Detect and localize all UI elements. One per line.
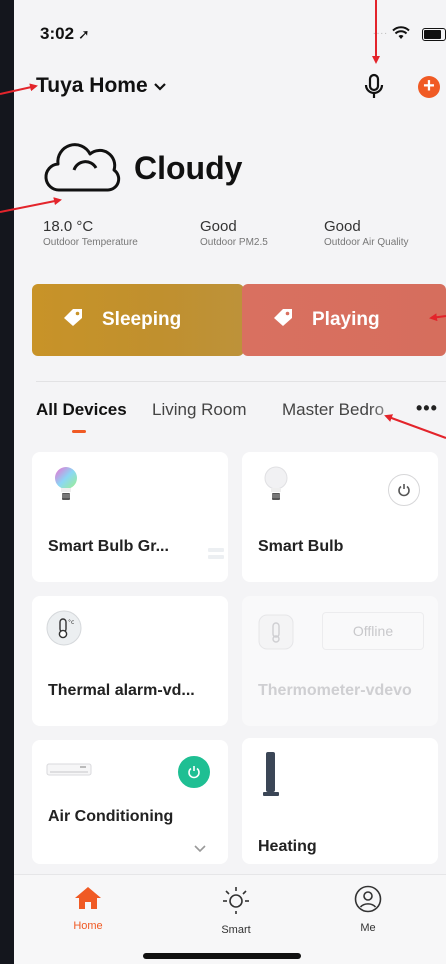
device-card-smart-bulb-group[interactable]: Smart Bulb Gr... [32, 452, 228, 582]
stat-label: Outdoor Air Quality [324, 237, 409, 248]
stat-pm25: Good Outdoor PM2.5 [200, 218, 268, 248]
bottom-nav: Home Smart Me [14, 874, 446, 964]
stat-value: Good [324, 218, 361, 235]
stat-label: Outdoor PM2.5 [200, 237, 268, 248]
stat-air-quality: Good Outdoor Air Quality [324, 218, 408, 248]
nav-home[interactable]: Home [48, 885, 128, 932]
white-bulb-icon [264, 466, 288, 511]
scene-name: Sleeping [102, 309, 182, 330]
heater-icon [260, 750, 282, 805]
group-icon [208, 548, 224, 562]
home-selector[interactable]: Tuya Home [36, 74, 166, 98]
device-card-thermometer[interactable]: Offline Thermometer-vdevo [242, 596, 438, 726]
stat-value: Good [200, 218, 237, 235]
tag-icon [62, 307, 84, 333]
stat-value: 18.0 °C [43, 218, 94, 235]
device-name: Air Conditioning [48, 808, 174, 825]
home-icon [75, 887, 101, 909]
chevron-down-icon[interactable] [194, 842, 206, 856]
device-name: Smart Bulb [258, 538, 344, 555]
device-name: Smart Bulb Gr... [48, 538, 169, 555]
status-bar: 3:02 ➚ .... [14, 0, 446, 60]
rgb-bulb-icon [54, 466, 78, 511]
svg-text:°c: °c [68, 619, 74, 626]
nav-label: Smart [221, 924, 251, 936]
phone-screen: 3:02 ➚ .... Tuya Home + Cloudy 18.0 °C Ou… [14, 0, 446, 964]
tab-fade [368, 396, 410, 428]
wifi-icon [392, 26, 410, 45]
offline-badge: Offline [322, 612, 424, 650]
thermometer-icon: °c [46, 610, 82, 651]
device-card-air-conditioning[interactable]: Air Conditioning [32, 740, 228, 864]
tag-icon [272, 307, 294, 333]
divider [36, 381, 446, 382]
nav-smart[interactable]: Smart [196, 885, 276, 936]
nav-me[interactable]: Me [328, 885, 408, 934]
add-icon[interactable]: + [418, 76, 440, 98]
location-arrow-icon: ➚ [78, 26, 90, 42]
profile-icon [354, 885, 382, 913]
nav-label: Me [360, 922, 376, 934]
tab-all-devices[interactable]: All Devices [36, 400, 127, 420]
power-icon [188, 766, 200, 779]
device-name: Thermometer-vdevo [258, 682, 412, 699]
scene-playing[interactable]: Playing [242, 284, 446, 356]
status-time: 3:02 ➚ [40, 24, 90, 44]
device-card-heating[interactable]: Heating [242, 738, 438, 864]
power-button[interactable] [178, 756, 210, 788]
home-indicator [143, 953, 301, 959]
microphone-icon[interactable] [364, 73, 384, 106]
signal-dots: .... [372, 26, 388, 37]
air-conditioner-icon [46, 762, 92, 783]
home-name: Tuya Home [36, 74, 148, 97]
more-icon[interactable]: ••• [416, 398, 438, 419]
device-card-thermal-alarm[interactable]: °c Thermal alarm-vd... [32, 596, 228, 726]
nav-label: Home [73, 920, 103, 932]
time-text: 3:02 [40, 24, 75, 43]
power-icon [398, 484, 410, 497]
device-name: Thermal alarm-vd... [48, 682, 195, 699]
device-card-smart-bulb[interactable]: Smart Bulb [242, 452, 438, 582]
power-button[interactable] [388, 474, 420, 506]
stat-temperature: 18.0 °C Outdoor Temperature [43, 218, 138, 248]
scene-sleeping[interactable]: Sleeping [32, 284, 244, 356]
stat-label: Outdoor Temperature [43, 237, 138, 248]
device-name: Heating [258, 838, 317, 855]
tab-living-room[interactable]: Living Room [152, 400, 247, 420]
active-tab-indicator [72, 430, 86, 433]
cloud-icon [44, 140, 122, 201]
scene-name: Playing [312, 309, 380, 330]
battery-icon [422, 28, 446, 41]
thermometer-icon [258, 614, 294, 655]
sun-icon [223, 887, 249, 914]
weather-condition: Cloudy [134, 150, 243, 186]
chevron-down-icon [153, 78, 166, 94]
